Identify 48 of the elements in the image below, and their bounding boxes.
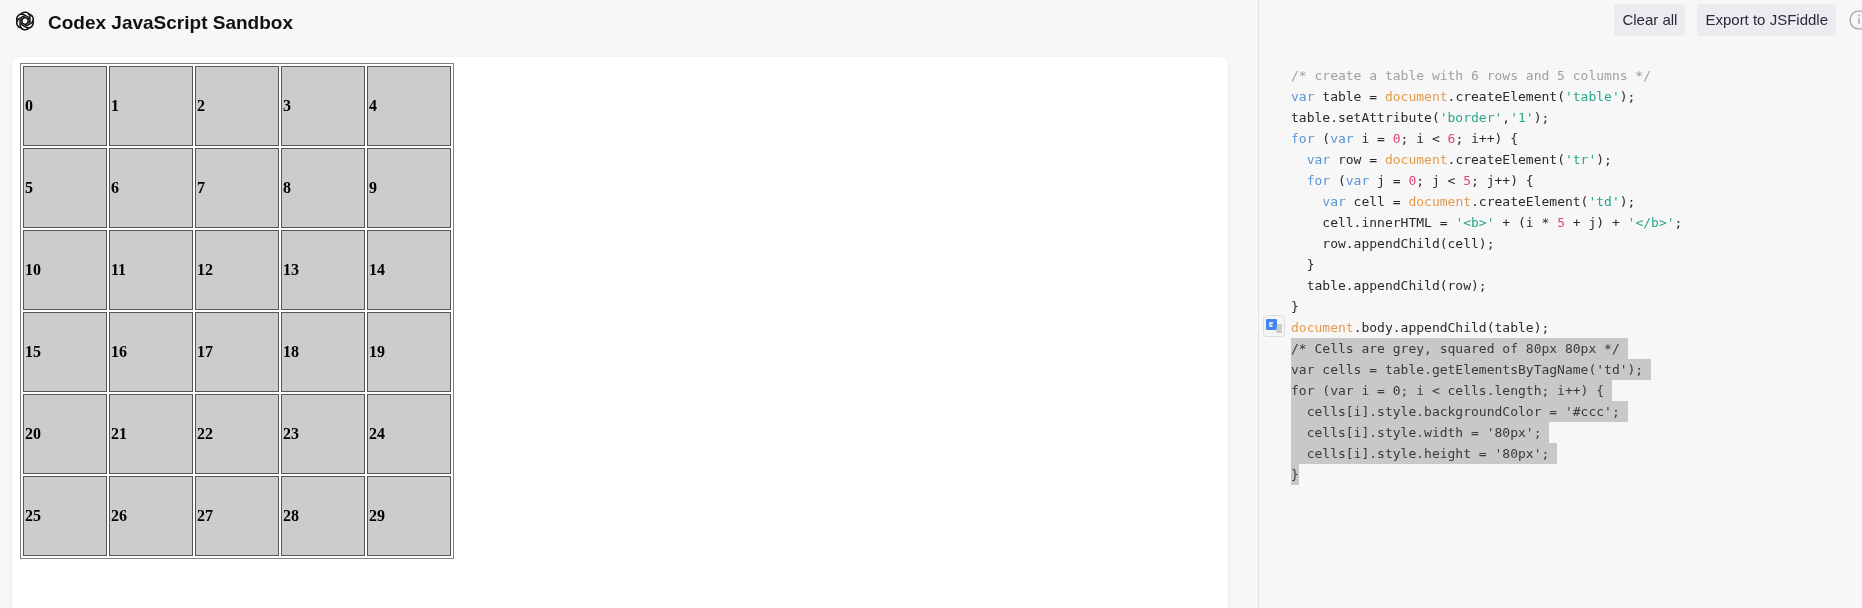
table-cell: 28 bbox=[281, 476, 365, 556]
table-cell: 0 bbox=[23, 66, 107, 146]
table-cell: 4 bbox=[367, 66, 451, 146]
code-line: table.appendChild(row); bbox=[1305, 277, 1487, 295]
code-line: for (var j = 0; j < 5; j++) { bbox=[1305, 172, 1534, 190]
table-cell: 9 bbox=[367, 148, 451, 228]
app-title: Codex JavaScript Sandbox bbox=[48, 11, 293, 35]
table-cell: 17 bbox=[195, 312, 279, 392]
toolbar-button[interactable]: Export to JSFiddle bbox=[1697, 4, 1836, 36]
table-cell: 10 bbox=[23, 230, 107, 310]
table-cell: 11 bbox=[109, 230, 193, 310]
toolbar-button[interactable]: Clear all bbox=[1614, 4, 1686, 36]
table-cell: 23 bbox=[281, 394, 365, 474]
table-cell: 8 bbox=[281, 148, 365, 228]
code-line: } bbox=[1305, 256, 1315, 274]
code-line: cell.innerHTML = '<b>' + (i * 5 + j) + '</b>'; bbox=[1321, 214, 1683, 232]
table-cell: 15 bbox=[23, 312, 107, 392]
table-cell: 5 bbox=[23, 148, 107, 228]
table-cell: 22 bbox=[195, 394, 279, 474]
table-cell: 21 bbox=[109, 394, 193, 474]
table-cell: 7 bbox=[195, 148, 279, 228]
table-cell: 16 bbox=[109, 312, 193, 392]
translate-icon[interactable] bbox=[1263, 315, 1285, 337]
table-cell: 24 bbox=[367, 394, 451, 474]
table-cell: 25 bbox=[23, 476, 107, 556]
table-cell: 18 bbox=[281, 312, 365, 392]
table-cell: 13 bbox=[281, 230, 365, 310]
table-cell: 20 bbox=[23, 394, 107, 474]
table-cell: 3 bbox=[281, 66, 365, 146]
info-icon[interactable] bbox=[1848, 9, 1862, 31]
code-line: /* create a table with 6 rows and 5 columns */ bbox=[1291, 67, 1652, 85]
table-cell: 29 bbox=[367, 476, 451, 556]
code-line: var cell = document.createElement('td'); bbox=[1321, 193, 1636, 211]
table-cell: 2 bbox=[195, 66, 279, 146]
code-line: table.setAttribute('border','1'); bbox=[1291, 109, 1550, 127]
table-cell: 12 bbox=[195, 230, 279, 310]
table-cell: 26 bbox=[109, 476, 193, 556]
code-line: document.body.appendChild(table); bbox=[1291, 319, 1550, 337]
table-cell: 14 bbox=[367, 230, 451, 310]
table-cell: 6 bbox=[109, 148, 193, 228]
table-cell: 1 bbox=[109, 66, 193, 146]
code-line: for (var i = 0; i < 6; i++) { bbox=[1291, 130, 1518, 148]
table-cell: 27 bbox=[195, 476, 279, 556]
code-line: row.appendChild(cell); bbox=[1321, 235, 1495, 253]
code-line: var table = document.createElement('table'); bbox=[1291, 88, 1636, 106]
code-line: } bbox=[1291, 298, 1299, 316]
code-line: var row = document.createElement('tr'); bbox=[1305, 151, 1612, 169]
table-cell: 19 bbox=[367, 312, 451, 392]
